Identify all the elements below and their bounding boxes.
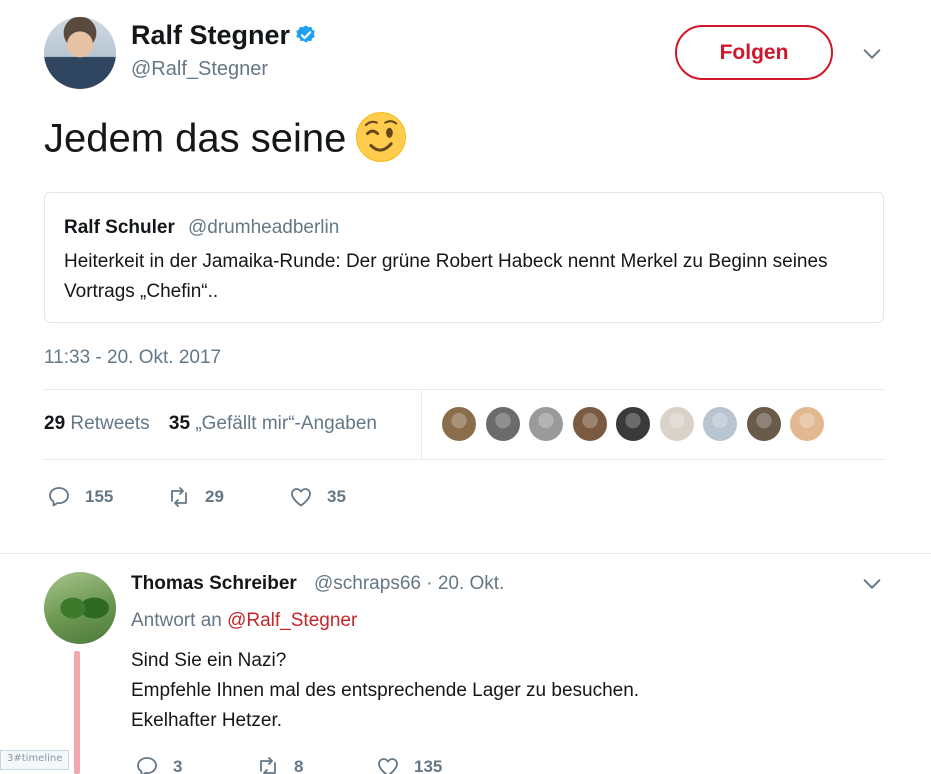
engagement-stats: 29 Retweets 35 „Gefällt mir“-Angaben xyxy=(44,413,391,435)
retweet-icon xyxy=(171,487,187,507)
liker-avatar[interactable] xyxy=(528,406,564,442)
follow-button[interactable]: Folgen xyxy=(675,25,833,80)
retweets-stat[interactable]: 29 Retweets xyxy=(44,413,150,434)
like-action[interactable]: 35 xyxy=(289,485,346,509)
retweets-stat-label: Retweets xyxy=(70,413,150,434)
liker-avatar[interactable] xyxy=(702,406,738,442)
reply-retweet-action[interactable]: 8 xyxy=(256,755,303,774)
reply-like-count: 135 xyxy=(414,757,443,774)
reply-count: 155 xyxy=(85,487,114,506)
author-name[interactable]: Ralf Stegner xyxy=(131,20,290,51)
reply-text-line: Ekelhafter Hetzer. xyxy=(131,710,283,731)
reply-icon xyxy=(137,757,157,774)
liker-avatar[interactable] xyxy=(484,406,521,442)
verified-badge-icon xyxy=(296,25,315,43)
like-count: 35 xyxy=(327,487,346,506)
reply-text-line: Sind Sie ein Nazi? xyxy=(131,650,287,671)
likes-stat-label: „Gefällt mir“-Angaben xyxy=(195,413,377,434)
author-handle[interactable]: @Ralf_Stegner xyxy=(131,58,268,81)
tweet-text-content: Jedem das seine xyxy=(44,116,347,161)
reply-reply-action[interactable]: 3 xyxy=(135,755,182,774)
liker-avatar[interactable] xyxy=(658,406,695,442)
retweet-action[interactable]: 29 xyxy=(167,485,224,509)
winking-face-emoji-icon xyxy=(356,112,407,162)
liker-avatar[interactable] xyxy=(571,406,608,442)
liker-avatar[interactable] xyxy=(745,406,782,442)
tweet-text: Jedem das seine xyxy=(44,112,408,168)
chevron-down-icon[interactable] xyxy=(861,43,883,65)
reply-author-meta[interactable]: @schraps66 · 20. Okt. xyxy=(314,573,504,595)
quoted-tweet-text: Heiterkeit in der Jamaika-Runde: Der grü… xyxy=(64,251,828,302)
liker-avatar[interactable] xyxy=(615,406,651,442)
reply-reply-count: 3 xyxy=(173,757,183,774)
reply-author-name[interactable]: Thomas Schreiber xyxy=(131,573,297,595)
liker-avatar[interactable] xyxy=(789,406,825,442)
quoted-author-handle: @drumheadberlin xyxy=(188,217,340,238)
reply-text-line: Empfehle Ihnen mal des entsprechende Lag… xyxy=(131,680,640,701)
reply-action[interactable]: 155 xyxy=(47,485,113,509)
reply-author-avatar[interactable] xyxy=(44,572,116,644)
thread-line xyxy=(74,651,80,774)
quoted-author-name: Ralf Schuler xyxy=(64,217,175,238)
retweet-count: 29 xyxy=(205,487,224,506)
reply-to-line: Antwort an @Ralf_Stegner xyxy=(131,610,357,632)
heart-icon xyxy=(378,758,398,774)
chevron-down-icon[interactable] xyxy=(861,573,883,595)
timeline-badge: 3#timeline xyxy=(0,750,70,770)
reply-to-mention[interactable]: @Ralf_Stegner xyxy=(227,610,357,631)
section-divider xyxy=(0,553,931,554)
retweets-stat-count: 29 xyxy=(44,413,66,434)
likes-stat-count: 35 xyxy=(168,413,191,434)
reply-icon xyxy=(49,487,69,507)
divider xyxy=(44,459,884,460)
divider xyxy=(44,389,884,390)
liker-avatar[interactable] xyxy=(441,406,477,442)
reply-like-action[interactable]: 135 xyxy=(376,755,442,774)
reply-text: Sind Sie ein Nazi? Empfehle Ihnen mal de… xyxy=(131,646,639,736)
reply-retweet-count: 8 xyxy=(294,757,304,774)
likes-stat[interactable]: 35 „Gefällt mir“-Angaben xyxy=(169,413,377,434)
quoted-tweet[interactable]: Ralf Schuler @drumheadberlin Heiterkeit … xyxy=(44,192,884,323)
heart-icon xyxy=(291,488,311,507)
author-avatar[interactable] xyxy=(44,17,116,89)
retweet-icon xyxy=(260,757,276,774)
stats-separator xyxy=(421,390,422,460)
reply-to-prefix: Antwort an xyxy=(131,610,222,631)
tweet-timestamp[interactable]: 11:33 - 20. Okt. 2017 xyxy=(44,347,221,369)
